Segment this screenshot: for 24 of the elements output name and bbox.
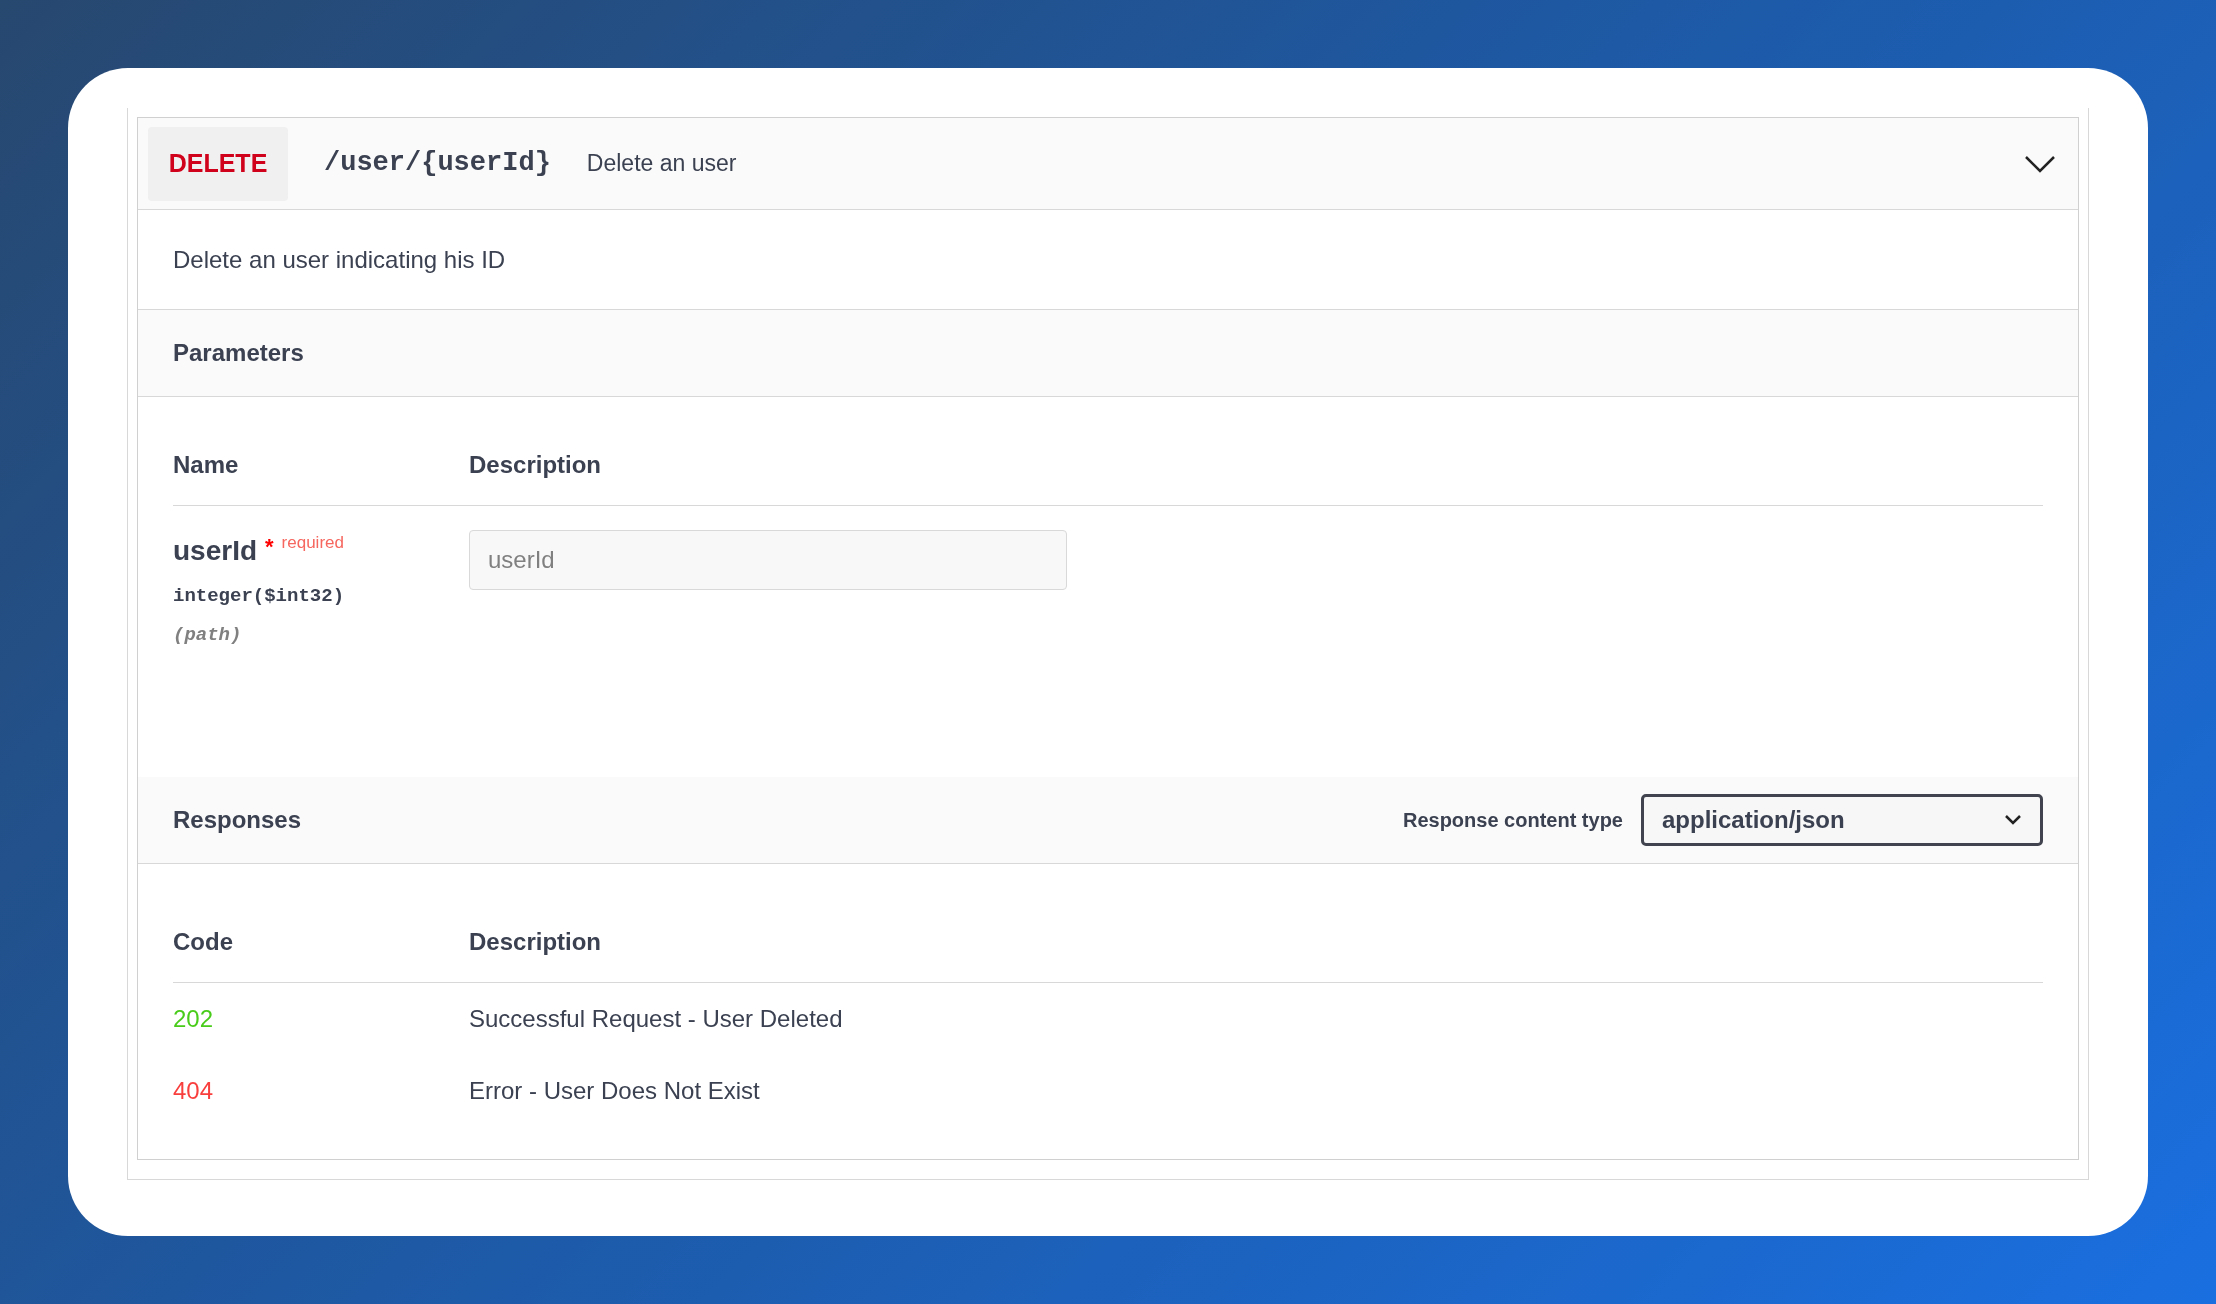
response-description: Successful Request - User Deleted (469, 1004, 843, 1034)
operation-description: Delete an user indicating his ID (173, 244, 506, 275)
content-type-select[interactable]: application/json (1641, 794, 2043, 846)
required-asterisk: * (265, 533, 274, 561)
section-title: Responses (173, 805, 302, 835)
column-header: Description (469, 450, 602, 480)
required-label: required (281, 532, 344, 554)
endpoint-summary: Delete an user (586, 149, 737, 179)
endpoint-path: /user/{userId} (324, 147, 551, 181)
caret-icon (2004, 814, 2022, 826)
parameter-location: (path) (173, 622, 243, 648)
parameter-name: userId (173, 534, 258, 568)
column-header: Description (469, 927, 602, 957)
column-header: Name (173, 450, 240, 480)
response-code: 404 (173, 1076, 215, 1106)
input-field[interactable]: userId (469, 530, 1067, 590)
response-description: Error - User Does Not Exist (469, 1076, 760, 1106)
section-title: Parameters (173, 338, 304, 368)
content-type-label: Response content type (1402, 808, 1623, 833)
method-badge: DELETE (148, 126, 288, 201)
parameter-type: integer($int32) (173, 584, 346, 609)
chevron-icon[interactable] (2024, 153, 2056, 174)
response-code: 202 (173, 1004, 215, 1034)
column-header: Code (173, 927, 234, 957)
